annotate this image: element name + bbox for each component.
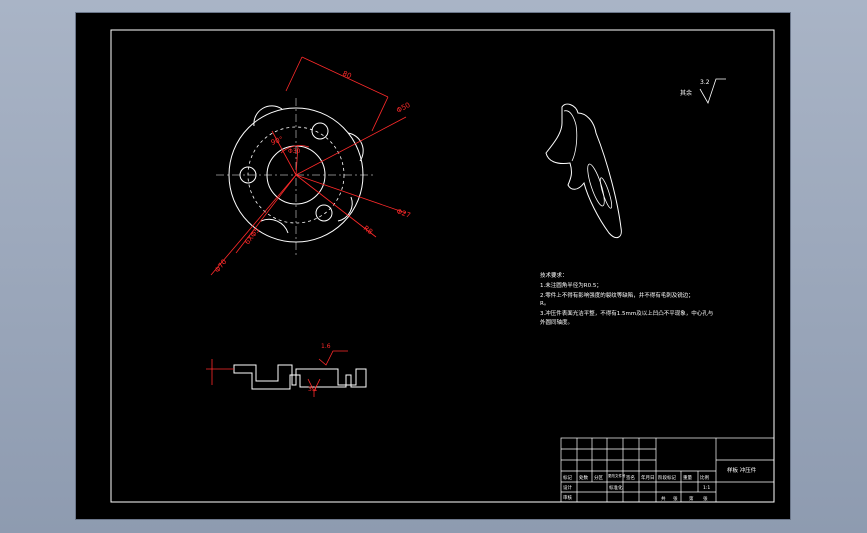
tech-requirements: 技术要求： 1.未注圆角半径为R0.5； 2.零件上不得有影响强度的裂纹等缺陷，… xyxy=(540,271,713,326)
roughness-note-value: 3.2 xyxy=(700,79,710,86)
title-block: 标记 处数 分区 更改文件号 签名 年月日 设计 审核 标准化 阶段标记 重量 … xyxy=(560,437,775,503)
roughness-note: 其余 3.2 xyxy=(680,78,726,104)
dim-dia-30: Φ30 xyxy=(288,148,301,155)
tb-weight-label: 重量 xyxy=(683,474,692,481)
tb-col-label: 处数 xyxy=(579,474,588,481)
bolt-hole xyxy=(315,204,333,222)
roughness-note-prefix: 其余 xyxy=(680,89,692,97)
bolt-hole xyxy=(311,122,329,140)
tb-col-label: 标记 xyxy=(563,474,572,481)
isometric-view xyxy=(545,103,622,239)
dim-dia-70: Φ70 xyxy=(213,258,228,274)
plan-dimensions xyxy=(210,56,407,276)
tech-requirement-line: 3.冲压件表面光洁平整，不得有1.5mm及以上凹凸不平现象，中心孔与 xyxy=(540,309,713,317)
tb-stage-label: 阶段标记 xyxy=(658,474,676,481)
dim-holes: 6XΦ5 xyxy=(243,226,261,246)
dim-chord-80: 80 xyxy=(341,70,352,81)
rim-cutout xyxy=(260,218,289,234)
tech-requirement-line: 1.未注圆角半径为R0.5； xyxy=(540,281,602,289)
tb-row-label: 审核 xyxy=(563,494,572,501)
drawing-frame xyxy=(110,29,775,503)
roughness-top-value: 1.6 xyxy=(321,343,331,350)
roughness-symbol-top xyxy=(318,350,348,366)
tb-ratio: 1:1 xyxy=(703,485,710,491)
tb-col-label: 分区 xyxy=(594,474,603,481)
roughness-bottom-value: 3.1 xyxy=(308,386,318,393)
tech-requirement-line: R。 xyxy=(540,301,549,307)
dim-dia-27: Φ27 xyxy=(395,207,411,219)
tech-requirement-line: 2.零件上不得有影响强度的裂纹等缺陷，并不得有毛刺及锐边； xyxy=(540,291,694,299)
tb-ratio-label: 比例 xyxy=(700,474,709,481)
iso-outline xyxy=(545,103,622,239)
iso-edge xyxy=(563,110,578,162)
dim-dia-50: Φ50 xyxy=(395,101,411,115)
drawing-sheet: 80 Φ50 Φ27 R8 6XΦ5 Φ70 90° Φ30 1.6 3.1 其… xyxy=(75,12,791,520)
plan-view: 80 Φ50 Φ27 R8 6XΦ5 Φ70 90° Φ30 xyxy=(210,56,412,276)
tech-requirement-line: 外圆同轴度。 xyxy=(540,318,573,326)
tb-col-label: 更改文件号 xyxy=(608,473,626,478)
tb-row-label: 设计 xyxy=(563,484,572,491)
dim-angle-90: 90° xyxy=(270,135,284,147)
tb-sheet-label: 张 xyxy=(703,495,708,502)
tb-sheet-label: 共 xyxy=(661,495,666,502)
tb-col-label: 年月日 xyxy=(641,474,655,481)
tech-requirements-title: 技术要求： xyxy=(540,271,568,279)
tb-std-label: 标准化 xyxy=(609,484,623,491)
section-profile xyxy=(233,364,367,390)
tb-col-label: 签名 xyxy=(626,474,635,481)
tb-sheet-label: 第 xyxy=(689,495,694,502)
iso-slot xyxy=(587,163,605,207)
rim-cutout xyxy=(253,105,283,127)
tb-sheet-label: 张 xyxy=(673,495,678,502)
section-view: 1.6 3.1 xyxy=(206,343,367,397)
cad-drawing: 80 Φ50 Φ27 R8 6XΦ5 Φ70 90° Φ30 1.6 3.1 其… xyxy=(110,29,775,503)
tb-part-name: 样板 冲压件 xyxy=(727,466,757,474)
